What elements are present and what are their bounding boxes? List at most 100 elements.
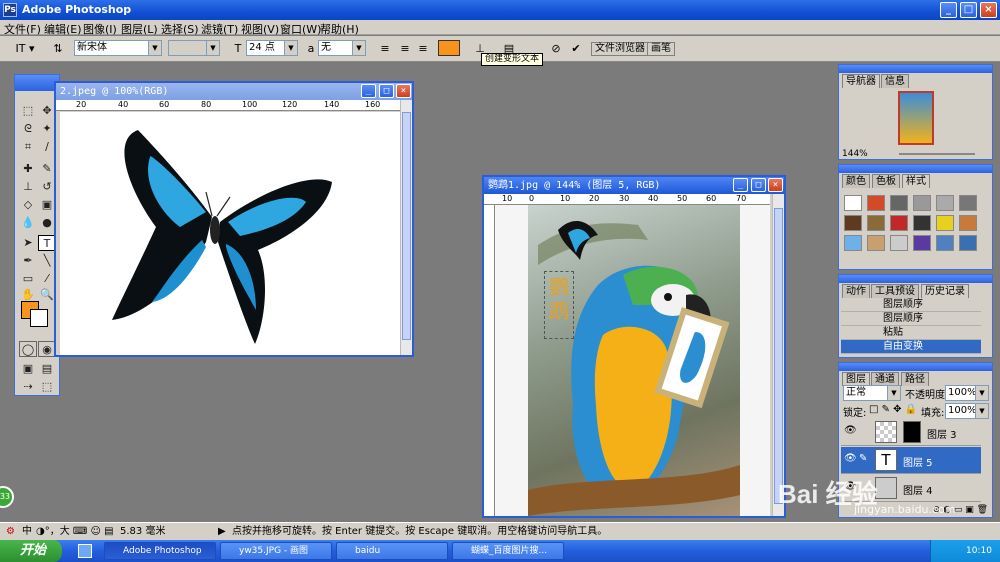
style-swatch[interactable] bbox=[936, 215, 954, 231]
zoom-slider[interactable] bbox=[899, 153, 975, 155]
style-swatch[interactable] bbox=[867, 195, 885, 211]
canvas-parrot[interactable]: 鹦鹉 bbox=[495, 205, 770, 516]
path-select-icon[interactable]: ➤ bbox=[19, 235, 37, 251]
tab-color[interactable]: 颜色 bbox=[842, 174, 870, 188]
tab-layers[interactable]: 图层 bbox=[842, 372, 870, 386]
doc-titlebar[interactable]: 2.jpeg @ 100%(RGB) _ □ × bbox=[56, 83, 412, 100]
align-right-icon[interactable]: ≡ bbox=[414, 41, 432, 56]
clone-stamp-icon[interactable]: ⊥ bbox=[19, 179, 37, 195]
style-swatch[interactable] bbox=[867, 235, 885, 251]
fullscreen-mode-icon[interactable]: ▤ bbox=[38, 361, 56, 377]
doc-titlebar[interactable]: 鹦鹉1.jpg @ 144% (图层 5, RGB) _ □ × bbox=[484, 177, 784, 194]
marquee-tool-icon[interactable]: ⬚ bbox=[19, 103, 37, 119]
style-swatch[interactable] bbox=[936, 195, 954, 211]
doc-minimize-button[interactable]: _ bbox=[361, 84, 376, 98]
font-style-select[interactable]: ▼ bbox=[168, 40, 220, 56]
menu-layer[interactable]: 图层(L) bbox=[121, 21, 158, 37]
navigator-preview[interactable] bbox=[842, 89, 990, 147]
font-size-select[interactable]: 24 点 ▼ bbox=[246, 40, 298, 56]
font-family-select[interactable]: 新宋体 ▼ bbox=[74, 40, 162, 56]
tab-history[interactable]: 历史记录 bbox=[921, 284, 969, 298]
style-swatch[interactable] bbox=[936, 235, 954, 251]
menu-help[interactable]: 帮助(H) bbox=[320, 21, 359, 37]
maximize-button[interactable]: □ bbox=[960, 2, 977, 18]
tab-actions[interactable]: 动作 bbox=[842, 284, 870, 298]
history-item[interactable]: 粘贴 bbox=[841, 326, 981, 340]
minimize-button[interactable]: _ bbox=[940, 2, 957, 18]
menu-select[interactable]: 选择(S) bbox=[161, 21, 199, 37]
style-swatch[interactable] bbox=[913, 215, 931, 231]
tab-paths[interactable]: 路径 bbox=[901, 372, 929, 386]
type-tool-preset-icon[interactable]: IT ▾ bbox=[12, 41, 38, 56]
blur-tool-icon[interactable]: 💧 bbox=[19, 215, 37, 231]
layer-row[interactable]: 👁 图层 3 bbox=[841, 419, 981, 446]
text-orientation-icon[interactable]: ⇅ bbox=[50, 41, 66, 56]
crop-tool-icon[interactable]: ⌗ bbox=[19, 139, 37, 155]
imageready-icon[interactable]: ⬚ bbox=[38, 379, 56, 395]
task-folder-baidu[interactable]: baidu bbox=[336, 542, 448, 560]
ime-mode[interactable]: 中 bbox=[22, 523, 32, 540]
task-photoshop[interactable]: Adobe Photoshop bbox=[104, 542, 216, 560]
align-center-icon[interactable]: ≡ bbox=[396, 41, 414, 56]
eye-icon[interactable]: 👁 bbox=[844, 425, 857, 436]
tab-navigator[interactable]: 导航器 bbox=[842, 74, 880, 88]
eraser-tool-icon[interactable]: ◇ bbox=[19, 197, 37, 213]
text-color-swatch[interactable] bbox=[438, 40, 460, 56]
menu-window[interactable]: 窗口(W) bbox=[280, 21, 321, 37]
healing-brush-icon[interactable]: ✚ bbox=[19, 161, 37, 177]
style-swatch[interactable] bbox=[959, 235, 977, 251]
style-swatch[interactable] bbox=[867, 215, 885, 231]
style-swatch[interactable] bbox=[890, 195, 908, 211]
commit-icon[interactable]: ✔ bbox=[568, 41, 584, 56]
style-swatch[interactable] bbox=[913, 195, 931, 211]
well-tab-file-browser[interactable]: 文件浏览器 bbox=[591, 42, 649, 56]
task-browser[interactable]: 蝴蝶_百度图片搜... bbox=[452, 542, 564, 560]
doc-minimize-button[interactable]: _ bbox=[733, 178, 748, 192]
opacity-input[interactable]: 100% ▼ bbox=[945, 385, 989, 401]
vertical-scrollbar[interactable] bbox=[400, 100, 412, 355]
tab-tool-presets[interactable]: 工具预设 bbox=[871, 284, 919, 298]
menu-file[interactable]: 文件(F) bbox=[4, 21, 41, 37]
canvas-butterfly[interactable] bbox=[60, 112, 400, 355]
style-swatch[interactable] bbox=[844, 215, 862, 231]
fill-input[interactable]: 100% ▼ bbox=[945, 403, 989, 419]
style-swatch[interactable] bbox=[959, 215, 977, 231]
blend-mode-select[interactable]: 正常 ▼ bbox=[843, 385, 901, 401]
history-item[interactable]: 图层顺序 bbox=[841, 312, 981, 326]
antialias-select[interactable]: 无 ▼ bbox=[318, 40, 366, 56]
layer-row-selected[interactable]: 👁 ✎ T 图层 5 bbox=[841, 447, 981, 474]
menu-view[interactable]: 视图(V) bbox=[241, 21, 279, 37]
style-swatch[interactable] bbox=[890, 235, 908, 251]
close-button[interactable]: × bbox=[980, 2, 997, 18]
start-button[interactable]: 开始 bbox=[0, 540, 62, 562]
style-swatch[interactable] bbox=[959, 195, 977, 211]
doc-close-button[interactable]: × bbox=[396, 84, 411, 98]
cancel-icon[interactable]: ⊘ bbox=[548, 41, 564, 56]
align-left-icon[interactable]: ≡ bbox=[376, 41, 394, 56]
lasso-tool-icon[interactable]: ᘓ bbox=[19, 121, 37, 137]
style-none[interactable] bbox=[844, 195, 862, 211]
screen-mode-icon[interactable]: ▣ bbox=[19, 361, 37, 377]
standard-mode-icon[interactable]: ◯ bbox=[19, 341, 37, 357]
tab-channels[interactable]: 通道 bbox=[871, 372, 899, 386]
eye-icon[interactable]: 👁 bbox=[844, 453, 857, 464]
style-swatch[interactable] bbox=[844, 235, 862, 251]
menu-edit[interactable]: 编辑(E) bbox=[44, 21, 82, 37]
lock-icons[interactable]: □ ✎ ✥ 🔒 bbox=[869, 404, 917, 415]
clock[interactable]: 10:10 bbox=[966, 546, 992, 556]
background-color[interactable] bbox=[30, 309, 48, 327]
history-item[interactable]: 图层顺序 bbox=[841, 298, 981, 312]
tab-swatches[interactable]: 色板 bbox=[872, 174, 900, 188]
notes-tool-icon[interactable]: ▭ bbox=[19, 271, 37, 287]
pen-tool-icon[interactable]: ✒ bbox=[19, 253, 37, 269]
vertical-scrollbar[interactable] bbox=[772, 194, 784, 516]
task-paint[interactable]: yw35.JPG - 画图 bbox=[220, 542, 332, 560]
ime-icon[interactable]: ⚙ bbox=[6, 523, 15, 540]
doc-maximize-button[interactable]: □ bbox=[751, 178, 766, 192]
style-swatch[interactable] bbox=[890, 215, 908, 231]
tab-info[interactable]: 信息 bbox=[881, 74, 909, 88]
show-desktop-icon[interactable] bbox=[78, 544, 92, 558]
doc-maximize-button[interactable]: □ bbox=[379, 84, 394, 98]
ime-toolbar-icons[interactable]: ◑°，大 ⌨ ☺ ▤ bbox=[36, 523, 114, 540]
style-swatch[interactable] bbox=[913, 235, 931, 251]
